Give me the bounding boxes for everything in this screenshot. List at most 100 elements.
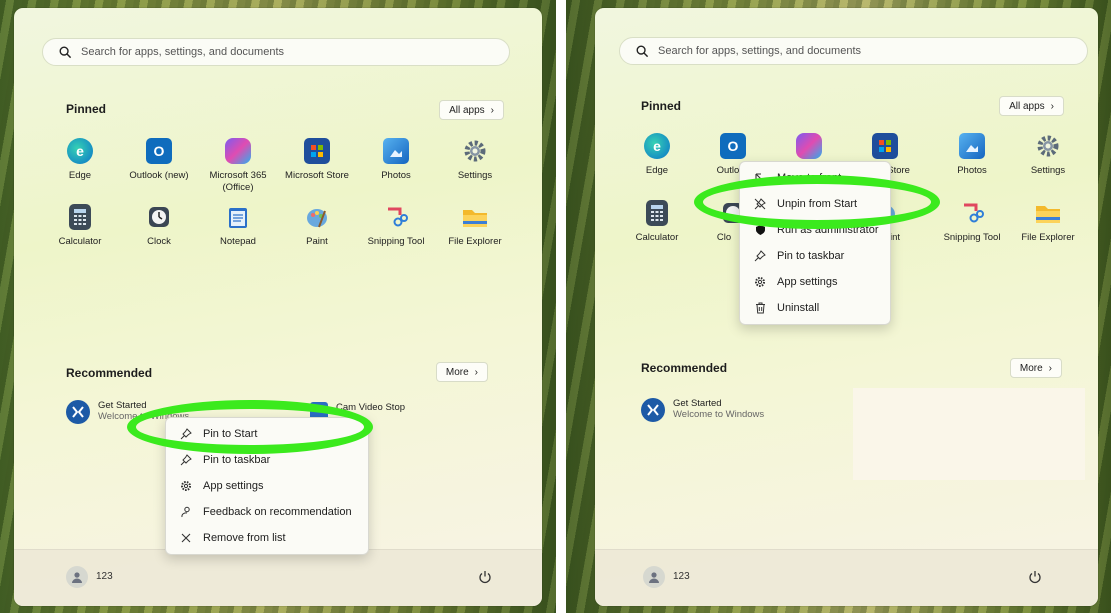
pinned-app-calculator[interactable]: Calculator <box>615 200 699 244</box>
pinned-app-photos[interactable]: Photos <box>930 133 1014 177</box>
gear-icon <box>752 274 768 290</box>
app-label: Microsoft Store <box>285 170 349 181</box>
pinned-app-settings[interactable]: Settings <box>433 138 517 182</box>
feedback-icon <box>178 504 194 520</box>
app-label: File Explorer <box>1021 232 1075 243</box>
blank-area <box>853 388 1085 480</box>
pin-icon <box>752 248 768 264</box>
search-box[interactable]: Search for apps, settings, and documents <box>42 38 510 66</box>
search-icon <box>57 44 73 60</box>
clock-icon <box>146 204 172 230</box>
app-label: Settings <box>457 170 493 181</box>
avatar[interactable] <box>66 566 88 588</box>
get-started-icon <box>641 398 665 422</box>
pinned-title: Pinned <box>641 99 682 113</box>
photos-icon <box>383 138 409 164</box>
snipping-tool-icon <box>959 200 985 226</box>
app-label: Microsoft 365 (Office) <box>209 170 267 193</box>
highlight-ring <box>694 175 940 229</box>
rec-title: Get Started <box>673 398 722 409</box>
pinned-app-snipping-tool[interactable]: Snipping Tool <box>354 204 438 248</box>
pinned-app-store[interactable]: Microsoft Store <box>275 138 359 182</box>
search-box[interactable]: Search for apps, settings, and documents <box>619 37 1088 65</box>
gear-icon <box>178 478 194 494</box>
search-icon <box>634 43 650 59</box>
folder-icon <box>1035 200 1061 226</box>
paint-icon <box>304 204 330 230</box>
recommended-title: Recommended <box>641 361 728 375</box>
app-label: Outlook (new) <box>129 170 189 181</box>
menu-item-feedback[interactable]: Feedback on recommendation <box>166 499 368 525</box>
app-label: Snipping Tool <box>367 236 425 247</box>
pinned-app-outlook[interactable]: O Outlook (new) <box>117 138 201 182</box>
app-label: Photos <box>957 165 987 176</box>
user-name[interactable]: 123 <box>673 571 690 582</box>
pinned-app-file-explorer[interactable]: File Explorer <box>433 204 517 248</box>
pinned-app-edge[interactable]: e Edge <box>615 133 699 177</box>
edge-icon: e <box>644 133 670 159</box>
app-label: Calculator <box>635 232 679 243</box>
menu-item-label: Remove from list <box>203 532 286 544</box>
trash-icon <box>752 300 768 316</box>
power-icon[interactable] <box>1026 568 1044 586</box>
all-apps-button[interactable]: All apps › <box>439 100 504 120</box>
calculator-icon <box>69 204 91 230</box>
menu-item-app-settings[interactable]: App settings <box>166 473 368 499</box>
menu-item-uninstall[interactable]: Uninstall <box>740 295 890 321</box>
pinned-app-photos[interactable]: Photos <box>354 138 438 182</box>
pinned-app-clock[interactable]: Clock <box>117 204 201 248</box>
start-footer: 123 <box>595 549 1098 606</box>
pinned-app-calculator[interactable]: Calculator <box>38 204 122 248</box>
store-icon <box>872 133 898 159</box>
close-icon <box>178 530 194 546</box>
pinned-app-snipping-tool[interactable]: Snipping Tool <box>930 200 1014 244</box>
rec-subtitle: Welcome to Windows <box>673 409 765 420</box>
more-label: More <box>1019 362 1043 374</box>
more-label: More <box>445 366 469 378</box>
all-apps-label: All apps <box>1009 100 1045 112</box>
menu-item-remove-from-list[interactable]: Remove from list <box>166 525 368 551</box>
all-apps-button[interactable]: All apps › <box>999 96 1064 116</box>
app-label: File Explorer <box>448 236 502 247</box>
chevron-right-icon: › <box>490 104 494 116</box>
app-label: Clock <box>147 236 171 247</box>
pinned-app-edge[interactable]: e Edge <box>38 138 122 182</box>
app-label: Edge <box>68 170 92 181</box>
pin-icon <box>178 452 194 468</box>
store-icon <box>304 138 330 164</box>
app-label: Edge <box>645 165 669 176</box>
user-name[interactable]: 123 <box>96 571 113 582</box>
menu-item-pin-to-taskbar[interactable]: Pin to taskbar <box>740 243 890 269</box>
folder-icon <box>462 204 488 230</box>
menu-item-label: Feedback on recommendation <box>203 506 352 518</box>
power-icon[interactable] <box>476 568 494 586</box>
pinned-app-paint[interactable]: Paint <box>275 204 359 248</box>
recommended-title: Recommended <box>66 366 153 380</box>
edge-icon: e <box>67 138 93 164</box>
photos-icon <box>959 133 985 159</box>
menu-item-app-settings[interactable]: App settings <box>740 269 890 295</box>
pinned-app-microsoft-365[interactable]: Microsoft 365 (Office) <box>196 138 280 194</box>
search-placeholder: Search for apps, settings, and documents <box>658 45 862 57</box>
menu-item-label: App settings <box>777 276 838 288</box>
menu-item-label: Pin to taskbar <box>777 250 845 262</box>
pinned-app-notepad[interactable]: Notepad <box>196 204 280 248</box>
app-label: Calculator <box>58 236 102 247</box>
menu-item-label: Pin to taskbar <box>203 454 271 466</box>
snipping-tool-icon <box>383 204 409 230</box>
pinned-app-settings[interactable]: Settings <box>1006 133 1090 177</box>
get-started-icon <box>66 400 90 424</box>
avatar[interactable] <box>643 566 665 588</box>
microsoft-365-icon <box>796 133 822 159</box>
more-button[interactable]: More › <box>435 362 488 382</box>
outlook-icon: O <box>720 133 746 159</box>
gear-icon <box>462 138 488 164</box>
highlight-ring <box>127 400 373 454</box>
recommended-item-get-started[interactable]: Get Started Welcome to Windows <box>641 398 764 422</box>
app-label: Snipping Tool <box>943 232 1001 243</box>
all-apps-label: All apps <box>449 104 485 116</box>
more-button[interactable]: More › <box>1009 358 1062 378</box>
notepad-icon <box>225 204 251 230</box>
pinned-app-file-explorer[interactable]: File Explorer <box>1006 200 1090 244</box>
app-label: Settings <box>1030 165 1066 176</box>
